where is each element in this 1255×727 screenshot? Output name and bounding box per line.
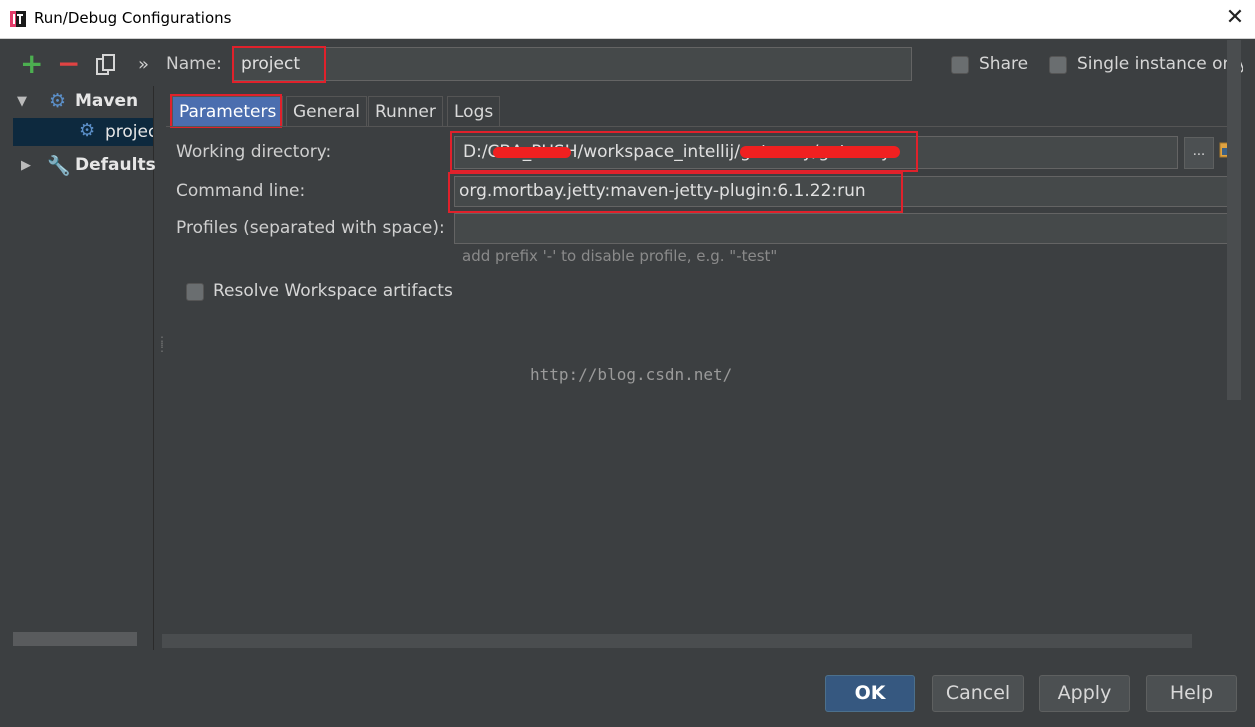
config-tree: ▼ ⚙ Maven ⚙ project ▶ 🔧 Defaults [13,86,156,650]
expand-maven-icon[interactable]: ▼ [17,94,27,109]
tab-logs[interactable]: Logs [447,96,501,126]
tab-runner[interactable]: Runner [368,96,443,126]
cancel-button[interactable]: Cancel [932,675,1024,712]
panel-hscrollbar[interactable] [162,634,1192,648]
resolve-workspace-label: Resolve Workspace artifacts [213,281,453,301]
share-label: Share [979,54,1029,74]
close-icon[interactable]: ✕ [1222,4,1248,32]
maven-gear-icon: ⚙ [49,90,67,112]
single-instance-checkbox[interactable] [1049,56,1067,74]
window-title: Run/Debug Configurations [34,9,232,27]
defaults-wrench-icon: 🔧 [47,155,71,177]
add-config-button[interactable]: + [20,50,43,78]
tab-general[interactable]: General [286,96,367,126]
working-directory-highlight-box [450,131,918,172]
apply-button[interactable]: Apply [1039,675,1130,712]
tree-item-maven[interactable]: Maven [75,91,138,111]
tree-hscrollbar[interactable] [13,632,137,646]
remove-config-button[interactable]: − [57,50,80,78]
title-bar: Run/Debug Configurations ✕ [0,0,1255,39]
resolve-workspace-checkbox[interactable] [186,283,204,301]
panel-vscrollbar[interactable] [1227,40,1241,400]
profiles-input[interactable] [454,213,1241,244]
intellij-app-icon [10,11,26,27]
name-label: Name: [166,54,222,74]
tree-item-project[interactable]: ⚙ project [13,118,153,146]
share-checkbox[interactable] [951,56,969,74]
profiles-hint: add prefix '-' to disable profile, e.g. … [462,247,778,265]
ok-button[interactable]: OK [825,675,915,712]
single-instance-label: Single instance only [1077,54,1243,74]
command-line-label: Command line: [176,181,306,201]
command-line-highlight-box [448,172,903,213]
project-gear-icon: ⚙ [79,120,96,141]
parameters-tab-highlight-box [170,94,282,128]
expand-defaults-icon[interactable]: ▶ [21,158,31,173]
name-input[interactable]: project [232,47,912,81]
help-button[interactable]: Help [1146,675,1237,712]
tree-item-project-label: project [105,122,153,142]
name-highlight-box [232,46,326,83]
browse-button[interactable]: ... [1184,137,1214,169]
profiles-label: Profiles (separated with space): [176,218,445,238]
watermark-text: http://blog.csdn.net/ [530,365,733,384]
copy-config-icon[interactable] [96,54,116,76]
tree-item-defaults[interactable]: Defaults [75,155,156,175]
more-tools-icon[interactable]: » [138,54,149,75]
working-directory-label: Working directory: [176,142,332,162]
